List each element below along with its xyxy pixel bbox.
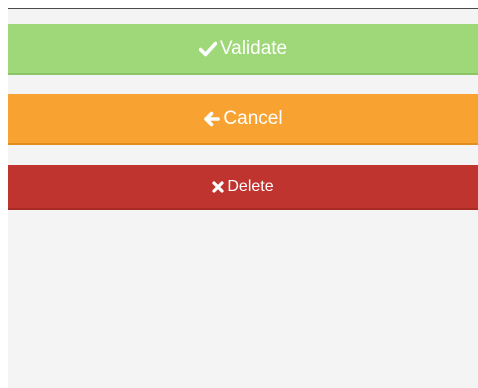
checkmark-icon bbox=[198, 41, 217, 57]
validate-button-label: Validate bbox=[219, 37, 288, 59]
arrow-left-icon bbox=[203, 111, 221, 127]
delete-button[interactable]: Delete bbox=[8, 165, 478, 210]
close-icon bbox=[212, 180, 224, 193]
action-panel: Validate Cancel Delete bbox=[8, 8, 478, 388]
cancel-button[interactable]: Cancel bbox=[8, 94, 478, 145]
validate-button[interactable]: Validate bbox=[8, 24, 478, 75]
delete-button-label: Delete bbox=[227, 177, 274, 195]
cancel-button-label: Cancel bbox=[223, 107, 283, 129]
